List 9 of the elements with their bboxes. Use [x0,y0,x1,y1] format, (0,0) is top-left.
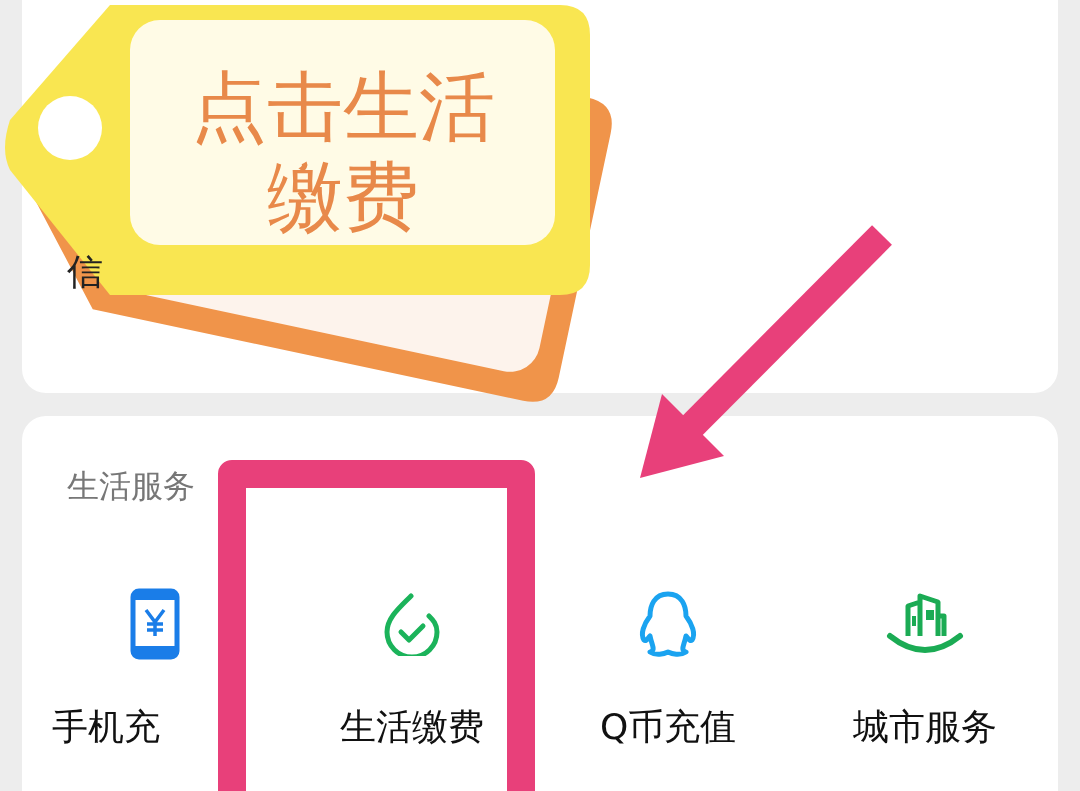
callout-text: 缴费 [266,152,419,242]
service-item[interactable]: Q币充值 [540,588,797,754]
service-item[interactable]: 生活缴费 [283,588,540,754]
service-item[interactable]: 城市服务 [796,588,1053,754]
callout-text: 点击生活 [190,62,495,152]
city-buildings-icon [885,592,964,656]
service-item[interactable]: 手机充 [27,588,284,754]
section-title: 生活服务 [67,466,196,507]
phone-yuan-icon [130,588,181,660]
